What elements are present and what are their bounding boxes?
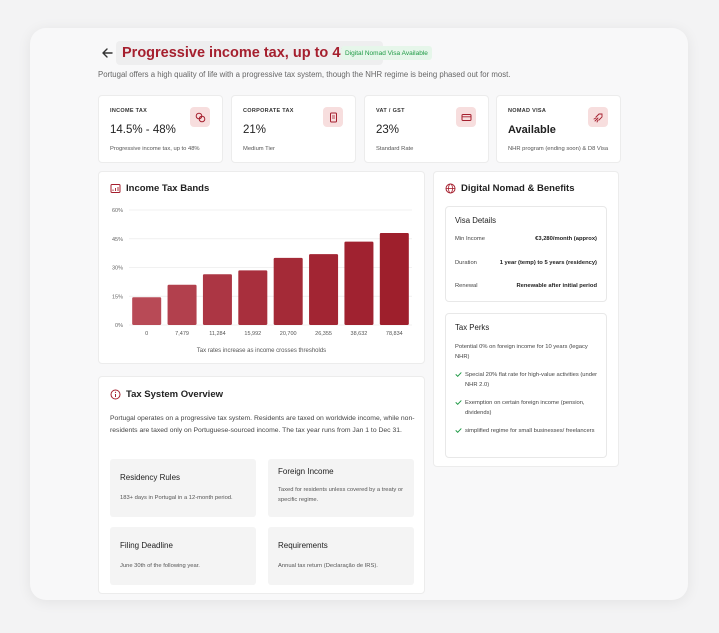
- digital-nomad-card: Digital Nomad & Benefits Visa Details Mi…: [433, 171, 619, 467]
- plane-icon: [588, 107, 608, 127]
- receipt-icon: [323, 107, 343, 127]
- info-icon: [110, 389, 121, 400]
- app-window: Progressive income tax, up to 48% Digita…: [30, 28, 688, 600]
- tax-perks-title: Tax Perks: [455, 323, 490, 332]
- x-tick-label: 20,700: [280, 331, 297, 337]
- back-arrow-icon[interactable]: [100, 46, 114, 60]
- y-tick-label: 45%: [112, 237, 123, 243]
- x-tick-label: 15,992: [244, 331, 261, 337]
- stat-sub: Medium Tier: [243, 146, 275, 152]
- x-tick-label: 78,834: [386, 331, 403, 337]
- stat-sub: Progressive income tax, up to 48%: [110, 146, 200, 152]
- overview-text: Portugal operates on a progressive tax s…: [110, 415, 415, 434]
- visa-status-badge: Digital Nomad Visa Available: [341, 46, 432, 60]
- stat-label: NOMAD VISA: [508, 108, 547, 114]
- stat-value: 21%: [243, 124, 267, 136]
- stat-card-income-tax: INCOME TAX 14.5% - 48% Progressive incom…: [98, 95, 223, 163]
- tile-desc: June 30th of the following year.: [120, 563, 200, 569]
- tile-desc: Taxed for residents unless covered by a …: [278, 487, 404, 503]
- income-tax-bands-card: Income Tax Bands 0% 15% 30% 45% 60% 0 7,479 11,…: [98, 171, 425, 364]
- stat-card-vat: VAT / GST 23% Standard Rate: [364, 95, 489, 163]
- visa-row-value: €3,280/month (approx): [535, 236, 597, 242]
- check-icon: [455, 400, 462, 406]
- stat-value: 23%: [376, 124, 400, 136]
- perk-text: Special 20% flat rate for high-value act…: [465, 372, 598, 388]
- tile-desc: Annual tax return (Declaração de IRS).: [278, 563, 378, 569]
- bar[interactable]: [379, 233, 409, 325]
- perk-item: simplified regime for small businesses/ …: [455, 426, 603, 436]
- bar[interactable]: [167, 284, 197, 325]
- visa-row-key: Renewal: [455, 283, 478, 289]
- tile-requirements: Requirements Annual tax return (Declaraç…: [268, 527, 414, 585]
- visa-details-card: Visa Details Min Income €3,280/month (ap…: [445, 206, 607, 302]
- globe-icon: [445, 183, 456, 194]
- stat-label: INCOME TAX: [110, 108, 148, 114]
- visa-row-duration: Duration 1 year (temp) to 5 years (resid…: [455, 260, 597, 272]
- visa-row-key: Min Income: [455, 236, 485, 242]
- bar[interactable]: [273, 257, 303, 325]
- stat-card-nomad-visa: NOMAD VISA Available NHR program (ending…: [496, 95, 621, 163]
- visa-row-value: Renewable after initial period: [516, 283, 597, 289]
- chart-icon: [110, 184, 121, 193]
- x-tick-label: 38,632: [351, 331, 368, 337]
- visa-row-renewal: Renewal Renewable after initial period: [455, 283, 597, 295]
- y-tick-label: 15%: [112, 294, 123, 300]
- bar[interactable]: [202, 274, 232, 325]
- x-tick-label: 0: [145, 331, 148, 337]
- perk-text: simplified regime for small businesses/ …: [465, 428, 595, 434]
- page-title: Progressive income tax, up to 48%: [122, 45, 362, 61]
- bar[interactable]: [309, 254, 339, 325]
- tax-perks-card: Tax Perks Potential 0% on foreign income…: [445, 313, 607, 458]
- stat-value: 14.5% - 48%: [110, 124, 176, 136]
- check-icon: [455, 428, 462, 434]
- y-tick-label: 30%: [112, 266, 123, 272]
- perk-item: Special 20% flat rate for high-value act…: [455, 370, 603, 390]
- stat-sub: NHR program (ending soon) & D8 Visa: [508, 146, 609, 152]
- card-icon: [456, 107, 476, 127]
- bar[interactable]: [132, 297, 162, 325]
- check-icon: [455, 372, 462, 378]
- nomad-title: Digital Nomad & Benefits: [461, 183, 575, 194]
- x-tick-label: 7,479: [175, 331, 189, 337]
- stat-label: CORPORATE TAX: [243, 108, 294, 114]
- bar[interactable]: [238, 270, 268, 325]
- x-tick-label: 26,355: [315, 331, 332, 337]
- tile-filing-deadline: Filing Deadline June 30th of the followi…: [110, 527, 256, 585]
- tile-title: Filing Deadline: [120, 541, 173, 550]
- overview-title: Tax System Overview: [126, 389, 223, 400]
- chart-title: Income Tax Bands: [126, 183, 210, 194]
- tax-system-overview-card: Tax System Overview Portugal operates on…: [98, 376, 425, 594]
- visa-row-min-income: Min Income €3,280/month (approx): [455, 236, 597, 248]
- visa-row-value: 1 year (temp) to 5 years (residency): [499, 260, 597, 266]
- bar[interactable]: [344, 241, 374, 325]
- stat-value: Available: [508, 124, 556, 136]
- y-tick-label: 60%: [112, 208, 123, 214]
- tile-foreign-income: Foreign Income Taxed for residents unles…: [268, 459, 414, 517]
- y-tick-label: 0%: [115, 323, 123, 329]
- intro-text: Portugal offers a high quality of life w…: [98, 70, 511, 79]
- visa-row-key: Duration: [455, 260, 477, 266]
- tile-residency-rules: Residency Rules 183+ days in Portugal in…: [110, 459, 256, 517]
- perks-intro: Potential 0% on foreign income for 10 ye…: [455, 344, 588, 360]
- visa-details-title: Visa Details: [455, 216, 497, 225]
- tile-desc: 183+ days in Portugal in a 12-month peri…: [120, 495, 233, 501]
- tile-title: Requirements: [278, 541, 328, 550]
- perk-item: Exemption on certain foreign income (pen…: [455, 398, 603, 418]
- tile-title: Foreign Income: [278, 467, 334, 476]
- income-tax-bands-chart: 0% 15% 30% 45% 60% 0 7,479 11,284 15,992 20,700 26…: [112, 208, 412, 337]
- coins-icon: [190, 107, 210, 127]
- x-tick-label: 11,284: [209, 331, 225, 337]
- tile-title: Residency Rules: [120, 473, 181, 482]
- stat-card-corporate-tax: CORPORATE TAX 21% Medium Tier: [231, 95, 356, 163]
- perk-text: Exemption on certain foreign income (pen…: [465, 400, 585, 416]
- stat-label: VAT / GST: [376, 108, 405, 114]
- stat-sub: Standard Rate: [376, 146, 414, 152]
- chart-caption: Tax rates increase as income crosses thr…: [196, 348, 327, 354]
